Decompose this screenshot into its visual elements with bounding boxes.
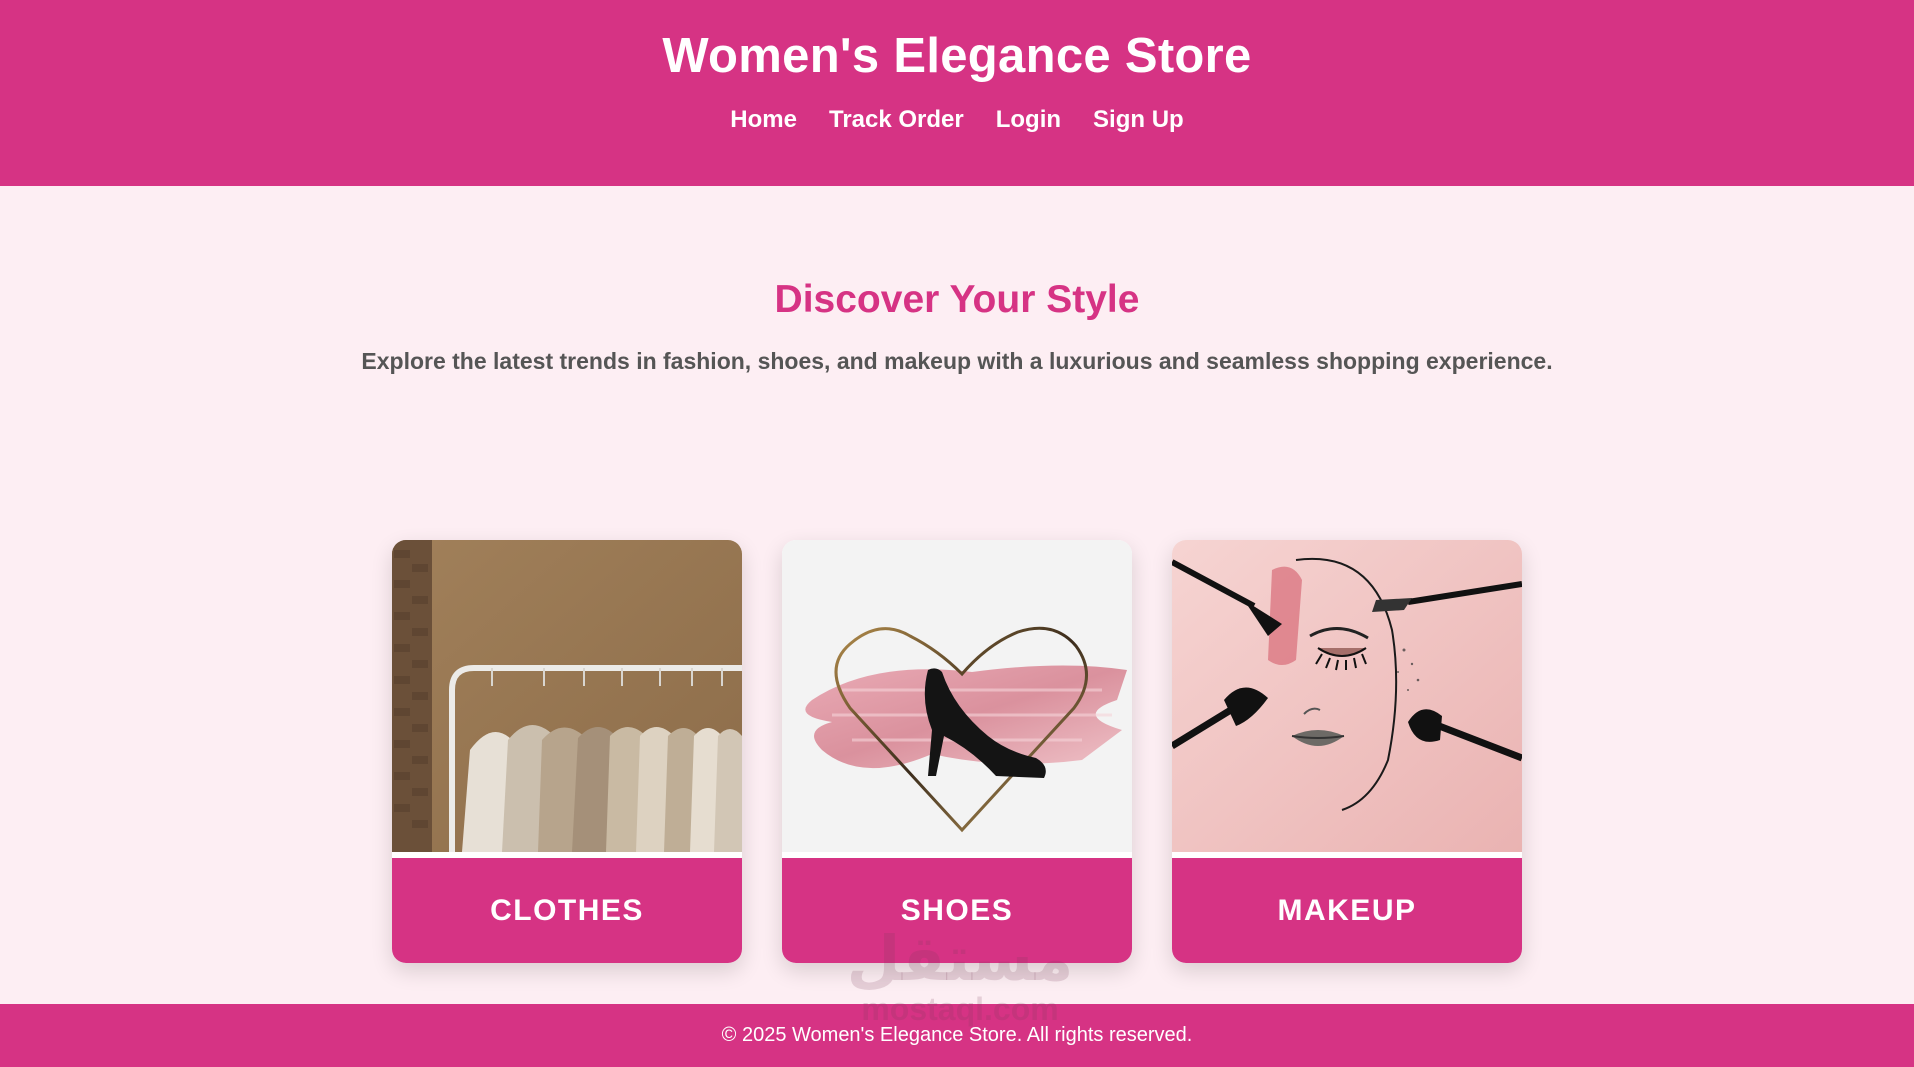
main-nav: Home Track Order Login Sign Up xyxy=(0,106,1914,134)
category-cards: CLOTHES SHOES MAKEUP xyxy=(392,540,1522,963)
hero-subtitle: Explore the latest trends in fashion, sh… xyxy=(361,348,1553,374)
category-card-clothes[interactable]: CLOTHES xyxy=(392,540,742,963)
clothes-rack-image[interactable] xyxy=(392,540,742,852)
nav-track-order[interactable]: Track Order xyxy=(829,106,964,134)
category-label-shoes[interactable]: SHOES xyxy=(782,858,1132,963)
site-footer: © 2025 Women's Elegance Store. All right… xyxy=(0,1004,1914,1067)
nav-login[interactable]: Login xyxy=(996,106,1061,134)
high-heel-heart-image[interactable] xyxy=(782,540,1132,852)
site-header: Women's Elegance Store Home Track Order … xyxy=(0,0,1914,186)
hero-title: Discover Your Style xyxy=(774,278,1140,321)
nav-sign-up[interactable]: Sign Up xyxy=(1093,106,1184,134)
site-title: Women's Elegance Store xyxy=(662,29,1252,83)
category-label-makeup[interactable]: MAKEUP xyxy=(1172,858,1522,963)
category-card-shoes[interactable]: SHOES xyxy=(782,540,1132,963)
category-card-makeup[interactable]: MAKEUP xyxy=(1172,540,1522,963)
category-label-clothes[interactable]: CLOTHES xyxy=(392,858,742,963)
nav-home[interactable]: Home xyxy=(730,106,797,134)
makeup-face-brushes-image[interactable] xyxy=(1172,540,1522,852)
footer-copyright: © 2025 Women's Elegance Store. All right… xyxy=(721,1024,1193,1046)
